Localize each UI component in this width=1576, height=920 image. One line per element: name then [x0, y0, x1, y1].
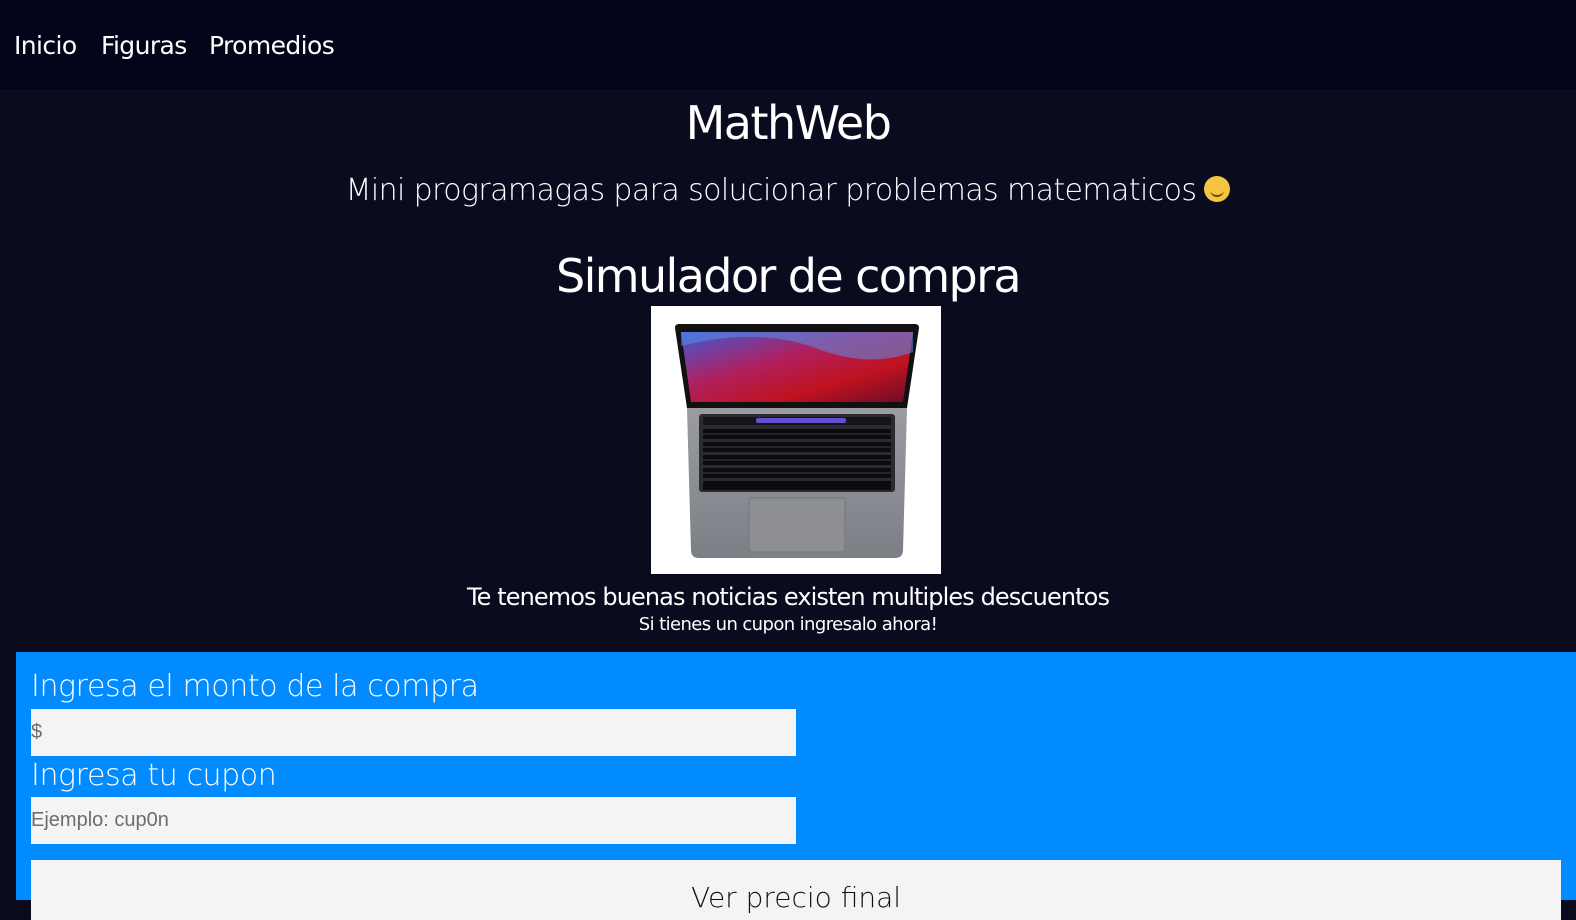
nav-link-promedios[interactable]: Promedios [209, 30, 335, 62]
site-title: MathWeb [685, 96, 892, 150]
laptop-icon [675, 324, 919, 558]
purchase-form: Ingresa el monto de la compra Ingresa tu… [16, 652, 1576, 920]
laptop-image [651, 306, 941, 574]
coupon-label: Ingresa tu cupon [31, 758, 277, 793]
nav-link-inicio[interactable]: Inicio [14, 30, 77, 62]
amount-label: Ingresa el monto de la compra [31, 669, 479, 704]
top-navigation: Inicio Figuras Promedios [0, 0, 1576, 89]
coupon-input[interactable] [31, 797, 796, 844]
smile-emoji-icon [1204, 176, 1231, 202]
site-subtitle-text: Mini programagas para solucionar problem… [345, 173, 1197, 208]
discount-news: Te tenemos buenas noticias existen multi… [466, 583, 1110, 611]
site-subtitle: Mini programagas para solucionar problem… [0, 171, 1576, 211]
amount-input[interactable] [31, 709, 796, 756]
coupon-hint: Si tienes un cupon ingresalo ahora! [638, 614, 938, 635]
nav-link-figuras[interactable]: Figuras [101, 30, 187, 62]
simulator-title: Simulador de compra [555, 249, 1022, 303]
final-price-button[interactable]: Ver precio final [31, 860, 1561, 920]
